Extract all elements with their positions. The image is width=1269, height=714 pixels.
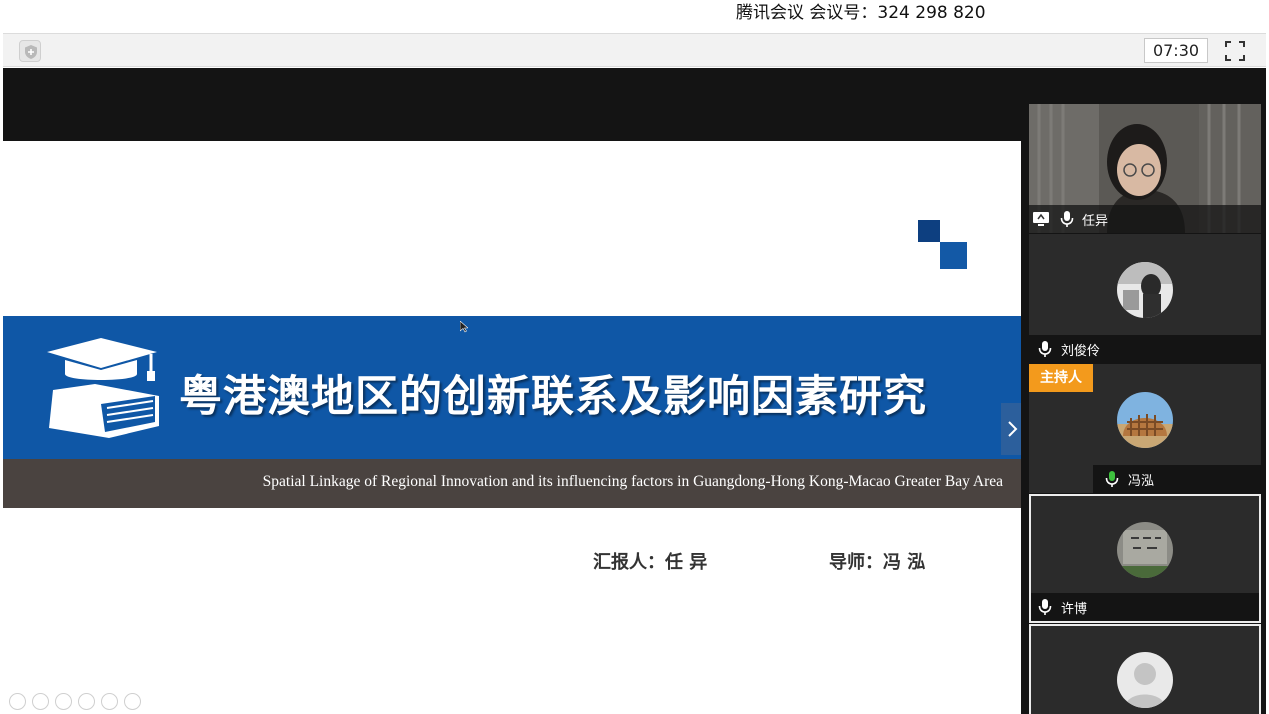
participant-tile[interactable]: 许博 [1029,494,1261,623]
microphone-icon [1038,599,1052,615]
meeting-window: 腾讯会议 会议号：324 298 820 07:30 粤港澳地区的创新联系及影响… [0,0,1269,714]
avatar [1117,522,1173,578]
previous-icon[interactable] [9,693,26,710]
host-badge: 主持人 [1029,364,1093,392]
participant-tile[interactable]: 刘俊伶 [1029,234,1261,363]
participant-namebar: 冯泓 [1093,465,1261,493]
participant-namebar: 刘俊伶 [1029,335,1261,363]
participant-namebar: 许博 [1031,593,1259,621]
next-icon[interactable] [32,693,49,710]
participant-name: 刘俊伶 [1061,344,1101,359]
participant-name: 任异 [1082,214,1109,229]
slide-decoration-square [940,242,967,269]
screen-share-icon [1033,212,1049,226]
pen-icon[interactable] [55,693,72,710]
slide-decoration-square [918,220,940,242]
mouse-cursor-icon [460,321,468,333]
slide-subtitle: Spatial Linkage of Regional Innovation a… [262,473,1003,490]
meeting-timer: 07:30 [1144,38,1208,63]
presentation-tools [9,693,147,714]
graduation-cap-book-icon [47,338,159,438]
participant-tile[interactable]: 主持人 冯泓 [1029,364,1261,493]
participant-tile[interactable]: 任异 [1029,104,1261,233]
title-banner: 粤港澳地区的创新联系及影响因素研究 [3,316,1021,459]
slide-title: 粤港澳地区的创新联系及影响因素研究 [179,372,927,422]
subtitle-bar: Spatial Linkage of Regional Innovation a… [3,459,1021,508]
participant-namebar: 任异 [1029,205,1261,233]
presentation-slide: 粤港澳地区的创新联系及影响因素研究 Spatial Linkage of Reg… [3,141,1021,714]
microphone-icon [1038,341,1052,357]
meeting-id-caption: 腾讯会议 会议号：324 298 820 [736,3,986,23]
default-avatar-icon [1117,652,1173,708]
zoom-icon[interactable] [101,693,118,710]
next-slide-arrow[interactable] [1001,403,1021,455]
avatar [1117,392,1173,448]
participant-name: 冯泓 [1128,474,1155,489]
microphone-active-icon [1105,471,1119,487]
avatar [1117,262,1173,318]
participant-tile[interactable] [1029,624,1261,714]
more-icon[interactable] [124,693,141,710]
presenter-label: 汇报人：任 异 [593,552,708,573]
security-shield-icon[interactable] [19,40,41,62]
toolbar: 07:30 [3,33,1266,67]
microphone-icon [1060,211,1074,227]
participant-name: 许博 [1061,602,1088,617]
fullscreen-icon[interactable] [1223,39,1247,63]
advisor-label: 导师：冯 泓 [829,552,926,573]
slides-icon[interactable] [78,693,95,710]
